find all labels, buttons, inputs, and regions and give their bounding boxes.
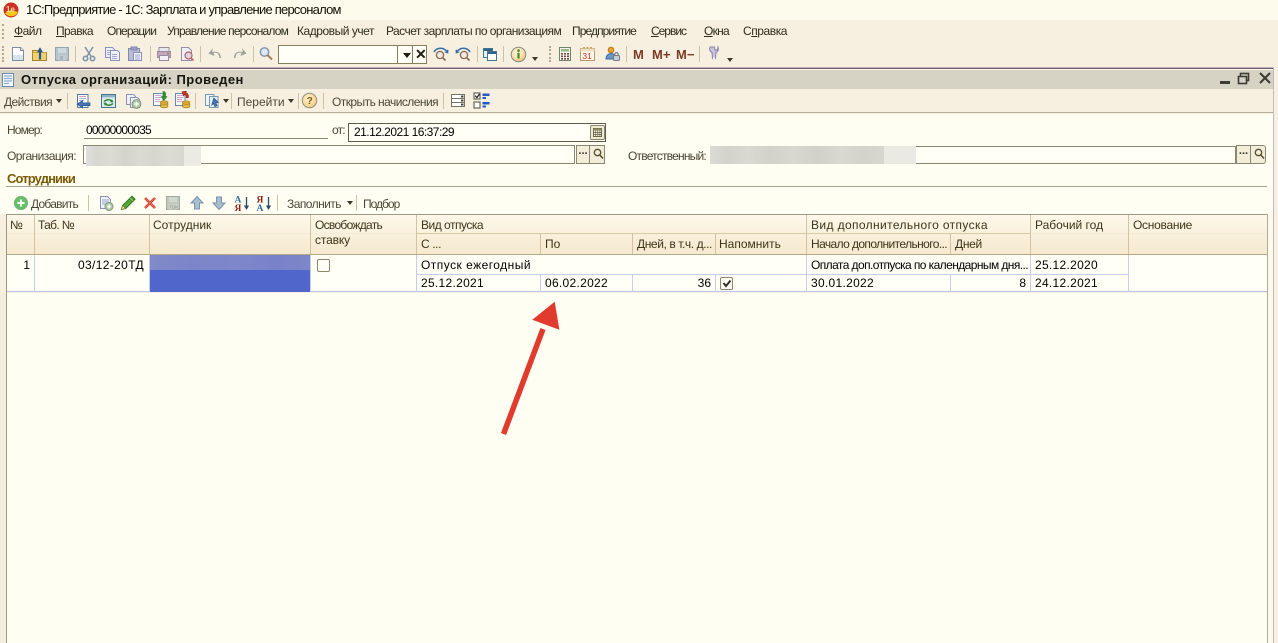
svg-text:31: 31 bbox=[582, 51, 592, 61]
svg-text:?: ? bbox=[307, 96, 313, 107]
svg-text:Я: Я bbox=[235, 204, 242, 212]
svg-text:1e: 1e bbox=[6, 5, 15, 14]
svg-text:А: А bbox=[257, 204, 264, 212]
svg-text:ГОК: ГОК bbox=[170, 205, 179, 210]
